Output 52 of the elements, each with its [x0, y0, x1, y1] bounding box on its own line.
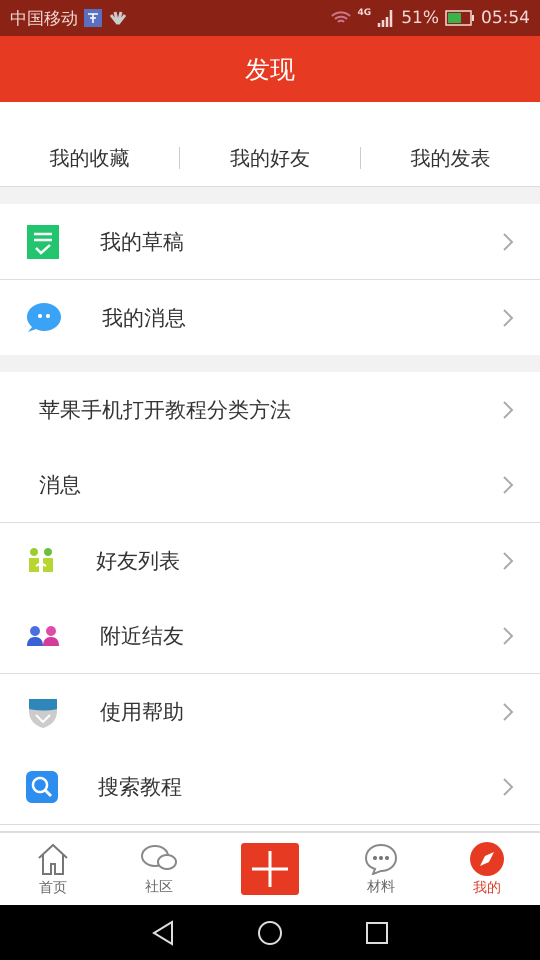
home-icon: [36, 842, 70, 876]
menu-row[interactable]: 搜索教程: [0, 749, 540, 824]
chevron-icon: [502, 400, 514, 420]
clock-time: 05:54: [481, 8, 530, 28]
add-button[interactable]: [241, 843, 299, 895]
menu-row[interactable]: 我的草稿: [0, 204, 540, 279]
search-icon: [26, 770, 58, 802]
row-label: 苹果手机打开教程分类方法: [39, 396, 292, 424]
chevron-icon: [502, 626, 514, 646]
row-label: 我的消息: [102, 304, 187, 332]
menu-row[interactable]: 好友列表: [0, 523, 540, 598]
quick-link[interactable]: 我的收藏: [0, 147, 180, 169]
menu-row[interactable]: 苹果手机打开教程分类方法: [0, 372, 540, 447]
row-label: 好友列表: [96, 548, 181, 574]
nav-tab[interactable]: 首页: [0, 842, 106, 896]
nav-tab[interactable]: 社区: [106, 842, 212, 896]
menu-row[interactable]: 使用帮助: [0, 674, 540, 749]
chevron-icon: [502, 702, 514, 722]
chevron-icon: [502, 776, 514, 796]
menu-row[interactable]: 附近结友: [0, 598, 540, 673]
battery-icon: [445, 10, 475, 26]
signal-icon: [377, 9, 396, 27]
menu-row[interactable]: 我的消息: [0, 280, 540, 355]
checklist-icon: [26, 224, 60, 258]
quick-link[interactable]: 我的好友: [179, 147, 360, 169]
menu-row[interactable]: 消息: [0, 447, 540, 522]
row-label: 附近结友: [100, 622, 185, 650]
chevron-icon: [502, 232, 514, 252]
compass-icon: [470, 842, 504, 876]
recents-icon[interactable]: [365, 920, 389, 944]
plus-icon: [252, 851, 288, 887]
quick-link[interactable]: 我的发表: [360, 147, 540, 169]
chat-dots-icon: [364, 842, 398, 874]
row-label: 消息: [39, 472, 82, 498]
network-type: 4G: [358, 8, 372, 18]
flower-logo-icon: [108, 11, 128, 25]
chevron-icon: [502, 550, 514, 570]
page-title: 发现: [245, 54, 295, 86]
people-icon: [26, 624, 60, 646]
carrier-name: 中国移动: [10, 8, 78, 30]
battery-percent: 51%: [401, 8, 439, 28]
row-label: 使用帮助: [100, 698, 185, 726]
row-label: 我的草稿: [100, 228, 185, 256]
back-icon[interactable]: [151, 920, 175, 946]
nav-tab[interactable]: 我的: [434, 842, 540, 896]
notification-icon: [84, 9, 102, 27]
chevron-icon: [502, 474, 514, 494]
home-circle-icon[interactable]: [257, 920, 283, 946]
chat-bubble-icon: [26, 300, 62, 334]
nav-tab[interactable]: 材料: [328, 842, 434, 896]
chevron-icon: [502, 308, 514, 328]
row-label: 搜索教程: [98, 774, 183, 800]
